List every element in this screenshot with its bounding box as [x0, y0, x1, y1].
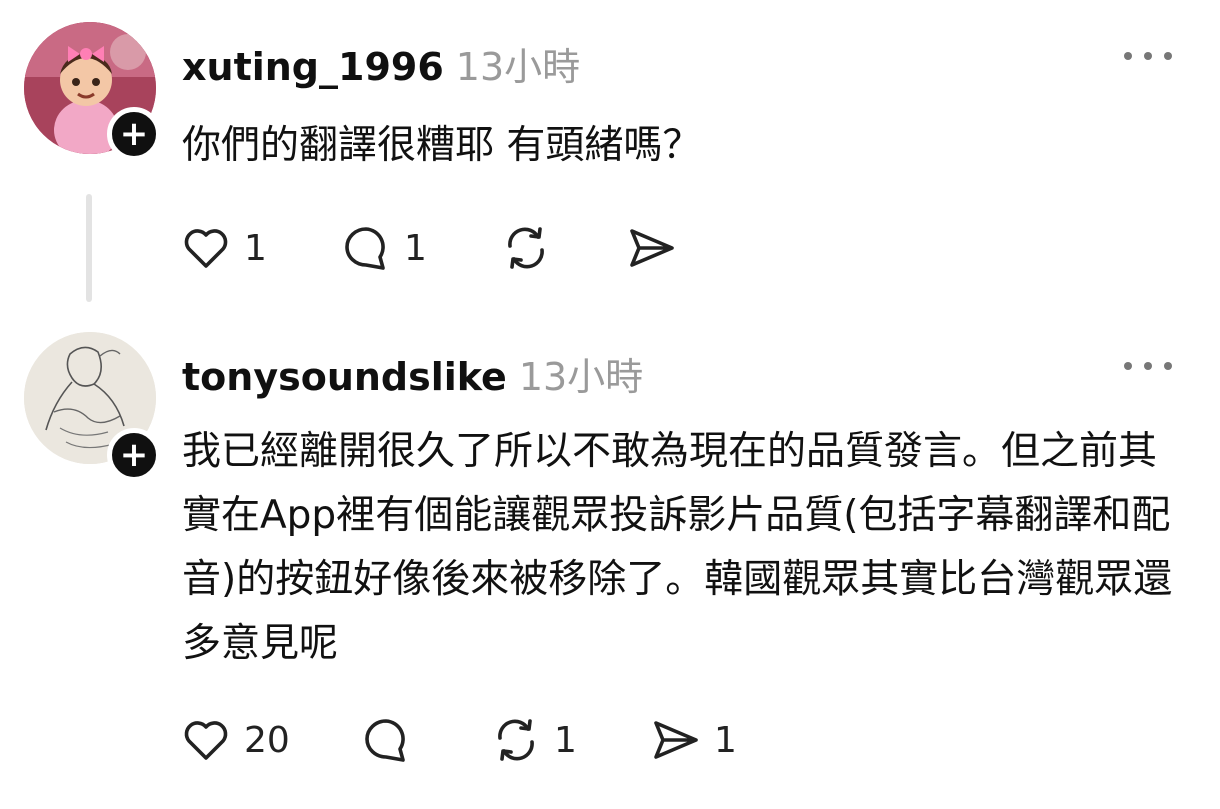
post-tonysoundslike: + tonysoundslike 13小時 我已經離開很久了所以不敢為現在的品質…: [0, 320, 1220, 809]
post-header: tonysoundslike 13小時: [182, 346, 643, 401]
post-text: 我已經離開很久了所以不敢為現在的品質發言。但之前其實在App裡有個能讓觀眾投訴影…: [182, 429, 1173, 666]
thread-line: [86, 194, 92, 302]
post-header: xuting_1996 13小時: [182, 36, 580, 91]
timestamp: 13小時: [455, 45, 581, 89]
repost-button[interactable]: 1: [490, 710, 577, 770]
like-count: 20: [244, 719, 290, 761]
comment-bubble-icon: [345, 227, 385, 270]
post-text: 你們的翻譯很糟耶 有頭緒嗎？: [182, 123, 702, 168]
repost-icon: [498, 719, 534, 761]
share-count: 1: [714, 719, 737, 761]
follow-plus-icon[interactable]: +: [107, 428, 161, 482]
share-button[interactable]: [626, 218, 690, 278]
reply-button[interactable]: 1: [340, 218, 427, 278]
share-button[interactable]: 1: [650, 710, 737, 770]
post-xuting: + xuting_1996 13小時 你們的翻譯很糟耶 有頭緒嗎？ 1 1: [0, 0, 1220, 320]
more-dots-icon[interactable]: [1124, 356, 1172, 376]
like-button[interactable]: 1: [180, 218, 267, 278]
more-dots-icon[interactable]: [1124, 46, 1172, 66]
heart-icon: [184, 229, 228, 268]
like-count: 1: [244, 227, 267, 269]
follow-plus-icon[interactable]: +: [107, 107, 161, 161]
timestamp: 13小時: [518, 355, 644, 399]
comment-bubble-icon: [365, 719, 405, 762]
repost-icon: [508, 227, 544, 269]
reply-button[interactable]: [360, 710, 424, 770]
heart-icon: [184, 721, 228, 760]
username[interactable]: xuting_1996: [182, 45, 444, 89]
username[interactable]: tonysoundslike: [182, 355, 507, 399]
repost-count: 1: [554, 719, 577, 761]
repost-button[interactable]: [500, 218, 564, 278]
reply-count: 1: [404, 227, 427, 269]
like-button[interactable]: 20: [180, 710, 290, 770]
send-icon: [654, 721, 698, 759]
send-icon: [630, 229, 674, 267]
